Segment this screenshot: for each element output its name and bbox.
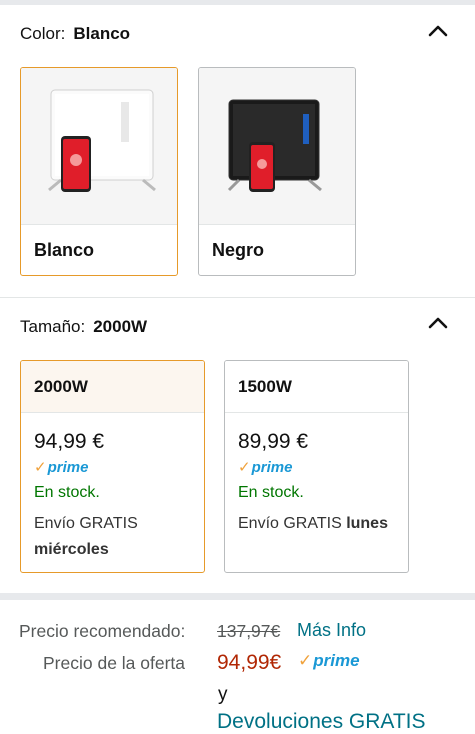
recommended-price: 137,97€	[217, 621, 281, 641]
color-selected-value: Blanco	[73, 24, 131, 43]
size-option-label: 1500W	[238, 377, 292, 396]
size-selected-value: 2000W	[93, 317, 148, 336]
size-option-header: 2000W	[21, 361, 204, 413]
prime-badge-text: prime	[313, 651, 360, 670]
size-option-1500w[interactable]: 1500W 89,99 € ✓prime En stock. Envío GRA…	[224, 360, 409, 573]
stock-status: En stock.	[34, 484, 100, 501]
size-option-price: 89,99 €	[238, 430, 309, 453]
shipping-day: lunes	[346, 515, 388, 532]
section-divider	[0, 297, 475, 298]
prime-check-icon: ✓	[34, 459, 47, 476]
color-section-header: Color: Blanco	[20, 24, 130, 44]
stock-status: En stock.	[238, 484, 304, 501]
heater-black-image	[199, 68, 355, 225]
size-section-header: Tamaño: 2000W	[20, 317, 147, 337]
color-swatch-label: Negro	[212, 240, 265, 260]
offer-price: 94,99€	[217, 651, 282, 674]
color-swatch-label: Blanco	[34, 240, 95, 260]
heater-white-image	[21, 68, 177, 225]
size-option-label: 2000W	[34, 377, 88, 396]
prime-badge-text: prime	[251, 459, 293, 476]
size-label: Tamaño:	[20, 317, 86, 336]
collapse-color-chevron-up-icon[interactable]	[428, 24, 448, 38]
recommended-price-label: Precio recomendado:	[19, 621, 186, 641]
section-separator	[0, 593, 475, 600]
prime-badge: ✓prime	[238, 458, 292, 476]
more-info-link[interactable]: Más Info	[297, 620, 366, 641]
color-swatch-blanco[interactable]: Blanco	[20, 67, 178, 276]
free-returns-link[interactable]: Devoluciones GRATIS	[217, 710, 426, 734]
shipping-day: miércoles	[34, 541, 109, 558]
prime-check-icon: ✓	[298, 651, 313, 670]
size-option-price: 94,99 €	[34, 430, 105, 453]
size-option-2000w[interactable]: 2000W 94,99 € ✓prime En stock. Envío GRA…	[20, 360, 205, 573]
size-option-header: 1500W	[225, 361, 408, 413]
shipping-info: Envío GRATIS miércoles	[34, 511, 204, 563]
and-text: y	[218, 684, 228, 705]
collapse-size-chevron-up-icon[interactable]	[428, 316, 448, 330]
color-label: Color:	[20, 24, 66, 43]
shipping-text: Envío GRATIS	[34, 515, 138, 532]
color-swatch-negro[interactable]: Negro	[198, 67, 356, 276]
top-separator	[0, 0, 475, 5]
offer-prime-badge: ✓prime	[298, 651, 360, 671]
offer-price-label: Precio de la oferta	[43, 653, 186, 673]
shipping-info: Envío GRATIS lunes	[238, 511, 408, 537]
prime-badge: ✓prime	[34, 458, 88, 476]
prime-badge-text: prime	[47, 459, 89, 476]
prime-check-icon: ✓	[238, 459, 251, 476]
shipping-text: Envío GRATIS	[238, 515, 342, 532]
